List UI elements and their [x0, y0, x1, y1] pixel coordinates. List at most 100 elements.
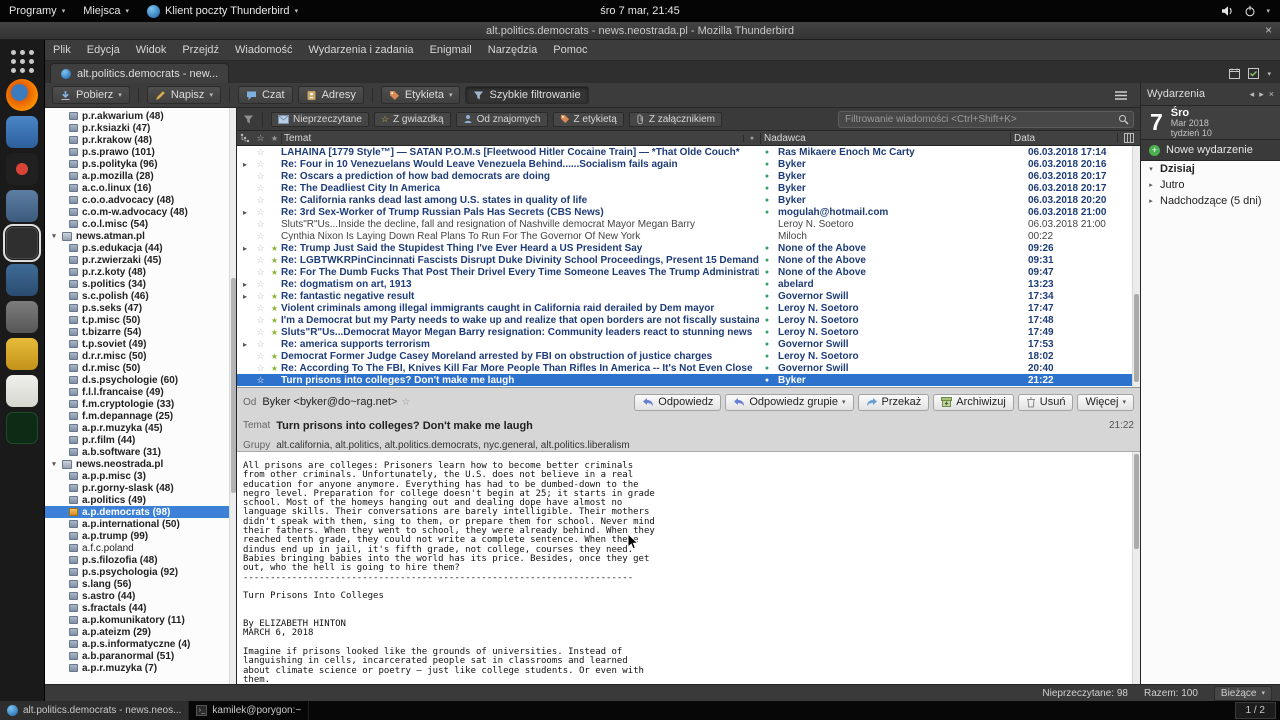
folder-t-p-misc[interactable]: t.p.misc (50) [45, 314, 236, 326]
folder-a-p-p-misc[interactable]: a.p.p.misc (3) [45, 470, 236, 482]
reply-button[interactable]: Odpowiedz [634, 393, 722, 411]
apps-grid-icon[interactable] [6, 48, 38, 74]
message-row[interactable]: ☆ Re: Oscars a prediction of how bad demo… [237, 170, 1140, 182]
message-row[interactable]: ☆ Re: The Deadliest City In America ● Byker… [237, 182, 1140, 194]
folder-p-r-gorny-slask[interactable]: p.r.gorny-slask (48) [45, 482, 236, 494]
folder-p-r-zwierzaki[interactable]: p.r.zwierzaki (45) [45, 254, 236, 266]
folder-a-p-ateizm[interactable]: a.p.ateizm (29) [45, 626, 236, 638]
folder-t-p-soviet[interactable]: t.p.soviet (49) [45, 338, 236, 350]
folder-a-f-c-poland[interactable]: a.f.c.poland [45, 542, 236, 554]
star-icon[interactable]: ☆ [253, 243, 268, 254]
folder-a-b-software[interactable]: a.b.software (31) [45, 446, 236, 458]
quick-filter-toggle-button[interactable]: Szybkie filtrowanie [465, 86, 589, 104]
folder-a-p-democrats[interactable]: a.p.democrats (98) [45, 506, 236, 518]
date-column-header[interactable]: Data [1010, 132, 1117, 144]
column-picker-icon[interactable] [1117, 133, 1140, 143]
unread-dot-icon[interactable]: ● [759, 377, 775, 384]
message-row[interactable]: ☆ ★ Democrat Former Judge Casey Moreland a… [237, 350, 1140, 362]
filter-unread-button[interactable]: Nieprzeczytane [271, 111, 369, 127]
folder-s-politics[interactable]: s.politics (34) [45, 278, 236, 290]
star-icon[interactable]: ☆ [253, 327, 268, 338]
unread-dot-icon[interactable]: ● [759, 257, 775, 264]
thread-twisty-icon[interactable]: ▸ [237, 244, 253, 253]
window-titlebar[interactable]: alt.politics.democrats - news.neostrada.… [0, 22, 1280, 40]
star-icon[interactable]: ☆ [253, 255, 268, 266]
new-event-button[interactable]: + Nowe wydarzenie [1141, 140, 1280, 161]
unread-dot-icon[interactable]: ● [759, 281, 775, 288]
star-icon[interactable]: ☆ [253, 363, 268, 374]
unread-dot-icon[interactable]: ● [759, 185, 775, 192]
folder-a-p-trump[interactable]: a.p.trump (99) [45, 530, 236, 542]
folder-p-s-psychologia[interactable]: p.s.psychologia (92) [45, 566, 236, 578]
close-today-pane-icon[interactable]: × [1269, 89, 1274, 99]
folder-s-fractals[interactable]: s.fractals (44) [45, 602, 236, 614]
folder-a-b-paranormal[interactable]: a.b.paranormal (51) [45, 650, 236, 662]
account-news-neostrada-pl[interactable]: ▾ news.neostrada.pl [45, 458, 236, 470]
thread-twisty-icon[interactable]: ▸ [237, 208, 253, 217]
message-row[interactable]: ☆ Cynthia Nixon Is Laying Down Real Plans… [237, 230, 1140, 242]
menu-enigmail[interactable]: Enigmail [422, 44, 480, 56]
star-icon[interactable]: ☆ [253, 267, 268, 278]
new-column-icon[interactable]: ★ [268, 134, 281, 143]
file-manager-icon[interactable] [6, 190, 38, 222]
folder-c-o-l-misc[interactable]: c.o.l.misc (54) [45, 218, 236, 230]
star-icon[interactable]: ☆ [253, 339, 268, 350]
clock[interactable]: śro 7 mar, 21:45 [600, 5, 680, 17]
message-filter-input[interactable] [838, 110, 1134, 128]
newsgroups-list[interactable]: alt.california, alt.politics, alt.politi… [276, 440, 629, 451]
filter-tags-button[interactable]: Z etykietą [552, 111, 624, 127]
filter-contacts-button[interactable]: Od znajomych [455, 111, 548, 127]
folder-d-r-misc[interactable]: d.r.misc (50) [45, 362, 236, 374]
tab-newsgroup[interactable]: alt.politics.democrats - new... [50, 63, 230, 83]
chat-client-icon[interactable] [6, 116, 38, 148]
taskbar-terminal-window[interactable]: ›_ kamilek@porygon:~ [189, 701, 310, 720]
thread-twisty-icon[interactable]: ▸ [237, 292, 253, 301]
next-day-icon[interactable]: ▸ [1259, 89, 1264, 100]
thread-twisty-icon[interactable]: ▸ [237, 340, 253, 349]
folder-f-m-depannage[interactable]: f.m.depannage (25) [45, 410, 236, 422]
star-icon[interactable]: ☆ [253, 195, 268, 206]
message-row[interactable]: ☆ ★ Re: According To The FBI, Knives Kill … [237, 362, 1140, 374]
message-row[interactable]: ☆ ★ Violent criminals among illegal immigr… [237, 302, 1140, 314]
folder-a-p-s-informatyczne[interactable]: a.p.s.informatyczne (4) [45, 638, 236, 650]
folder-a-p-r-muzyka[interactable]: a.p.r.muzyka (7) [45, 662, 236, 674]
message-row[interactable]: ▸ ☆ Re: dogmatism on art, 1913 ● abelard 13:2… [237, 278, 1140, 290]
folder-p-r-akwarium[interactable]: p.r.akwarium (48) [45, 110, 236, 122]
tasks-tab-icon[interactable] [1248, 68, 1260, 79]
events-item-dzisiaj[interactable]: ▾ Dzisiaj [1141, 161, 1280, 177]
message-row[interactable]: ▸ ☆ Re: Four in 10 Venezuelans Would Leave… [237, 158, 1140, 170]
unread-dot-icon[interactable]: ● [759, 293, 775, 300]
taskbar-thunderbird-window[interactable]: alt.politics.democrats - news.neos... [0, 701, 190, 720]
folder-c-o-m-w-advocacy[interactable]: c.o.m-w.advocacy (48) [45, 206, 236, 218]
folder-f-m-cryptologie[interactable]: f.m.cryptologie (33) [45, 398, 236, 410]
menu-narzędzia[interactable]: Narzędzia [480, 44, 546, 56]
account-news-atman-pl[interactable]: ▾ news.atman.pl [45, 230, 236, 242]
delete-button[interactable]: Usuń [1017, 393, 1074, 411]
star-icon[interactable]: ☆ [253, 183, 268, 194]
menu-przejdź[interactable]: Przejdź [174, 44, 227, 56]
folder-p-r-ksiazki[interactable]: p.r.ksiazki (47) [45, 122, 236, 134]
folder-scrollbar[interactable] [229, 108, 236, 684]
star-icon[interactable]: ☆ [253, 279, 268, 290]
folder-d-s-psychologie[interactable]: d.s.psychologie (60) [45, 374, 236, 386]
folder-s-astro[interactable]: s.astro (44) [45, 590, 236, 602]
unread-dot-icon[interactable]: ● [759, 365, 775, 372]
unread-dot-icon[interactable]: ● [759, 197, 775, 204]
folder-d-r-r-misc[interactable]: d.r.r.misc (50) [45, 350, 236, 362]
address-book-button[interactable]: Adresy [297, 86, 364, 104]
archive-button[interactable]: Archiwizuj [933, 393, 1014, 411]
thread-twisty-icon[interactable]: ▸ [237, 160, 253, 169]
folder-a-p-komunikatory[interactable]: a.p.komunikatory (11) [45, 614, 236, 626]
scrollbar-thumb[interactable] [231, 278, 236, 493]
menu-widok[interactable]: Widok [128, 44, 175, 56]
folder-a-c-o-linux[interactable]: a.c.o.linux (16) [45, 182, 236, 194]
sender-column-header[interactable]: Nadawca [760, 132, 1010, 144]
unread-dot-icon[interactable]: ● [759, 245, 775, 252]
folder-p-s-edukacja[interactable]: p.s.edukacja (44) [45, 242, 236, 254]
message-list-scrollbar[interactable] [1132, 146, 1140, 387]
message-row[interactable]: ☆ ★ Re: For The Dumb Fucks That Post Their… [237, 266, 1140, 278]
folder-f-l-l-francaise[interactable]: f.l.l.francaise (49) [45, 386, 236, 398]
collapse-icon[interactable]: ▾ [50, 460, 58, 468]
twisty-icon[interactable]: ▸ [1147, 197, 1155, 205]
twisty-icon[interactable]: ▾ [1147, 165, 1155, 173]
